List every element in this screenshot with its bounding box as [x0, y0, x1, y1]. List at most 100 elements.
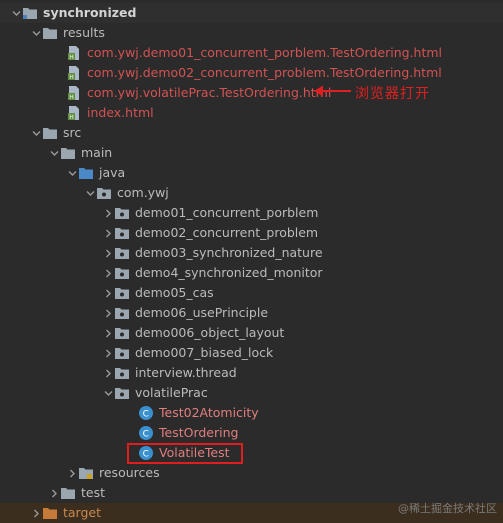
chevron-right-icon[interactable] [48, 483, 60, 503]
package-root-label: com.ywj [117, 185, 169, 200]
class-label: TestOrdering [159, 425, 239, 440]
chevron-right-icon[interactable] [66, 463, 78, 483]
file-label: com.ywj.demo02_concurrent_problem.TestOr… [87, 65, 442, 80]
tree-row-package[interactable]: demo007_biased_lock [0, 343, 503, 363]
resources-folder-label: resources [99, 465, 160, 480]
chevron-right-icon[interactable] [30, 503, 42, 523]
file-label: com.ywj.volatilePrac.TestOrdering.html [87, 85, 332, 100]
tree-row-package[interactable]: demo4_synchronized_monitor [0, 263, 503, 283]
target-folder-label: target [63, 505, 102, 520]
package-label: demo006_object_layout [135, 325, 285, 340]
tree-row-class[interactable]: C TestOrdering [0, 423, 503, 443]
tree-row-src[interactable]: src [0, 123, 503, 143]
watermark: @稀土掘金技术社区 [398, 502, 497, 515]
package-icon [114, 265, 130, 281]
html-file-icon: H [66, 85, 82, 101]
tree-row-main[interactable]: main [0, 143, 503, 163]
tree-row-class[interactable]: C VolatileTest [0, 443, 503, 463]
tree-row-package[interactable]: demo02_concurrent_problem [0, 223, 503, 243]
folder-icon [60, 145, 76, 161]
tree-row-results[interactable]: results [0, 23, 503, 43]
tree-row-package[interactable]: interview.thread [0, 363, 503, 383]
svg-text:H: H [69, 74, 74, 81]
source-folder-icon [78, 165, 94, 181]
results-folder-label: results [63, 25, 105, 40]
tree-row-package[interactable]: demo006_object_layout [0, 323, 503, 343]
tree-row-file[interactable]: H com.ywj.demo02_concurrent_problem.Test… [0, 63, 503, 83]
test-folder-label: test [81, 485, 106, 500]
tree-row-package[interactable]: volatilePrac [0, 383, 503, 403]
svg-text:C: C [143, 430, 149, 440]
file-label: index.html [87, 105, 154, 120]
folder-icon [42, 25, 58, 41]
chevron-down-icon[interactable] [66, 163, 78, 183]
folder-icon [42, 125, 58, 141]
package-icon [114, 385, 130, 401]
file-label: com.ywj.demo01_concurrent_porblem.TestOr… [87, 45, 443, 60]
package-icon [114, 365, 130, 381]
html-file-icon: H [66, 65, 82, 81]
package-label: demo007_biased_lock [135, 345, 274, 360]
package-label: demo03_synchronized_nature [135, 245, 323, 260]
chevron-right-icon[interactable] [102, 203, 114, 223]
src-folder-label: src [63, 125, 82, 140]
project-tree: synchronized results H com.ywj.demo01_co… [0, 0, 503, 523]
tree-row-package-root[interactable]: com.ywj [0, 183, 503, 203]
highlight-box [127, 443, 243, 464]
tree-row-synchronized[interactable]: synchronized [0, 3, 503, 23]
chevron-right-icon[interactable] [102, 243, 114, 263]
package-label: demo05_cas [135, 285, 214, 300]
svg-text:H: H [69, 114, 74, 121]
package-icon [114, 325, 130, 341]
package-label: demo01_concurrent_porblem [135, 205, 319, 220]
package-label: demo4_synchronized_monitor [135, 265, 323, 280]
tree-row-file[interactable]: H index.html [0, 103, 503, 123]
java-class-icon: C [138, 425, 154, 441]
svg-text:H: H [69, 54, 74, 61]
package-label: demo02_concurrent_problem [135, 225, 319, 240]
html-file-icon: H [66, 45, 82, 61]
folder-icon [22, 5, 38, 21]
annotation-arrow-icon [314, 85, 351, 97]
excluded-folder-icon [42, 505, 58, 521]
package-icon [114, 285, 130, 301]
chevron-right-icon[interactable] [102, 363, 114, 383]
tree-row-file[interactable]: H com.ywj.demo01_concurrent_porblem.Test… [0, 43, 503, 63]
package-label: volatilePrac [135, 385, 208, 400]
tree-row-class[interactable]: C Test02Atomicity [0, 403, 503, 423]
main-folder-label: main [81, 145, 113, 160]
tree-row-package[interactable]: demo06_usePrinciple [0, 303, 503, 323]
chevron-right-icon[interactable] [102, 283, 114, 303]
html-file-icon: H [66, 105, 82, 121]
java-class-icon: C [138, 405, 154, 421]
package-icon [114, 345, 130, 361]
tree-row-resources[interactable]: resources [0, 463, 503, 483]
tree-row-package[interactable]: demo05_cas [0, 283, 503, 303]
tree-row-package[interactable]: demo03_synchronized_nature [0, 243, 503, 263]
folder-icon [60, 485, 76, 501]
chevron-down-icon[interactable] [84, 183, 96, 203]
package-label: interview.thread [135, 365, 237, 380]
chevron-right-icon[interactable] [102, 223, 114, 243]
chevron-right-icon[interactable] [102, 343, 114, 363]
chevron-down-icon[interactable] [102, 383, 114, 403]
chevron-right-icon[interactable] [102, 323, 114, 343]
package-icon [114, 205, 130, 221]
chevron-down-icon[interactable] [48, 143, 60, 163]
chevron-down-icon[interactable] [30, 123, 42, 143]
root-folder-label: synchronized [43, 5, 137, 20]
chevron-right-icon[interactable] [102, 263, 114, 283]
svg-text:C: C [143, 410, 149, 420]
tree-row-package[interactable]: demo01_concurrent_porblem [0, 203, 503, 223]
class-label: Test02Atomicity [159, 405, 259, 420]
chevron-right-icon[interactable] [102, 303, 114, 323]
resources-folder-icon [78, 465, 94, 481]
chevron-down-icon[interactable] [10, 3, 22, 23]
package-label: demo06_usePrinciple [135, 305, 269, 320]
package-icon [114, 225, 130, 241]
chevron-down-icon[interactable] [30, 23, 42, 43]
package-icon [114, 305, 130, 321]
svg-text:H: H [69, 94, 74, 101]
tree-row-java[interactable]: java [0, 163, 503, 183]
java-folder-label: java [99, 165, 126, 180]
